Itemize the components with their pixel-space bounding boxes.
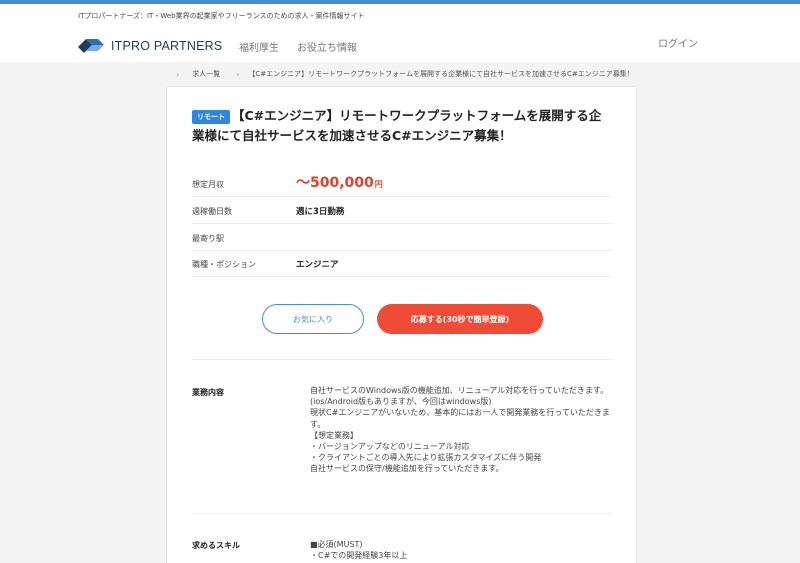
duties-body: 自社サービスのWindows版の機能追加、リニューアル対応を行っていただきます。…: [310, 385, 616, 475]
remote-badge: リモート: [192, 110, 230, 124]
duties-label: 業務内容: [192, 388, 224, 397]
duties-line: ・クライアントごとの導入先により拡張カスタマイズに伴う開発: [310, 453, 542, 463]
nav-item-benefits[interactable]: 福利厚生: [239, 39, 279, 54]
duties-line: ・バージョンアップなどのリニューアル対応: [310, 442, 470, 452]
skills-body: ■必須(MUST) ・C#での開発経験3年以上: [310, 539, 616, 561]
skills-label: 求めるスキル: [192, 541, 240, 550]
spec-row-workdays: 週稼働日数 週に3日勤務: [192, 197, 612, 224]
spec-label: 最寄り駅: [192, 234, 224, 243]
duties-line: 自社サービスのWindows版の機能追加、リニューアル対応を行っていただきます。…: [310, 386, 609, 407]
spec-row-salary: 想定月収: [192, 170, 612, 197]
site-tagline: ITプロパートナーズ：IT・Web業界の起業家やフリーランスのための求人・案件情…: [78, 12, 365, 20]
logo-mark-icon: [78, 39, 104, 53]
spec-label: 職種・ポジション: [192, 260, 256, 269]
breadcrumb: › 求人一覧 › 【C#エンジニア】リモートワークプラットフォームを展開する企業…: [176, 69, 634, 79]
job-detail-card: 【C#エンジニア】リモートワークプラットフォームを展開する企業様にて自社サービス…: [166, 86, 637, 563]
nav-item-useful-info[interactable]: お役立ち情報: [297, 39, 357, 54]
duties-line: 【想定業務】: [310, 430, 358, 440]
section-divider: [192, 359, 612, 360]
salary-value: 〜500,000円: [296, 175, 383, 191]
section-divider: [192, 513, 612, 514]
skills-line: ■必須(MUST): [310, 540, 363, 549]
breadcrumb-chevron-icon: ›: [176, 69, 180, 79]
spec-label: 週稼働日数: [192, 207, 232, 216]
spec-row-position: 職種・ポジション エンジニア: [192, 250, 612, 277]
skills-line: ・C#での開発経験3年以上: [310, 551, 408, 561]
login-link[interactable]: ログイン: [658, 35, 698, 50]
breadcrumb-item-current: 【C#エンジニア】リモートワークプラットフォームを展開する企業様にて自社サービス…: [248, 70, 634, 78]
apply-button[interactable]: 応募する(30秒で簡単登録): [377, 304, 543, 334]
job-title: 【C#エンジニア】リモートワークプラットフォームを展開する企業様にて自社サービス…: [192, 108, 602, 143]
breadcrumb-item-job-list[interactable]: 求人一覧: [192, 69, 220, 79]
duties-line: 自社サービスの保守/機能追加を行っていただきます。: [310, 464, 504, 474]
site-header: ITプロパートナーズ：IT・Web業界の起業家やフリーランスのための求人・案件情…: [0, 4, 800, 62]
duties-line: 現状C#エンジニアがいないため、基本的にはお一人で開発業務を行っていただきます。: [310, 408, 610, 429]
spec-value: 週に3日勤務: [296, 207, 345, 217]
main-nav: 福利厚生 お役立ち情報: [239, 39, 357, 54]
logo-text: ITPRO PARTNERS: [111, 39, 223, 53]
spec-label: 想定月収: [192, 180, 224, 189]
favorite-button[interactable]: お気に入り: [262, 304, 364, 334]
spec-row-station: 最寄り駅: [192, 224, 612, 251]
spec-value: エンジニア: [296, 260, 339, 270]
breadcrumb-chevron-icon: ›: [236, 69, 240, 79]
site-logo[interactable]: ITPRO PARTNERS: [78, 37, 222, 55]
